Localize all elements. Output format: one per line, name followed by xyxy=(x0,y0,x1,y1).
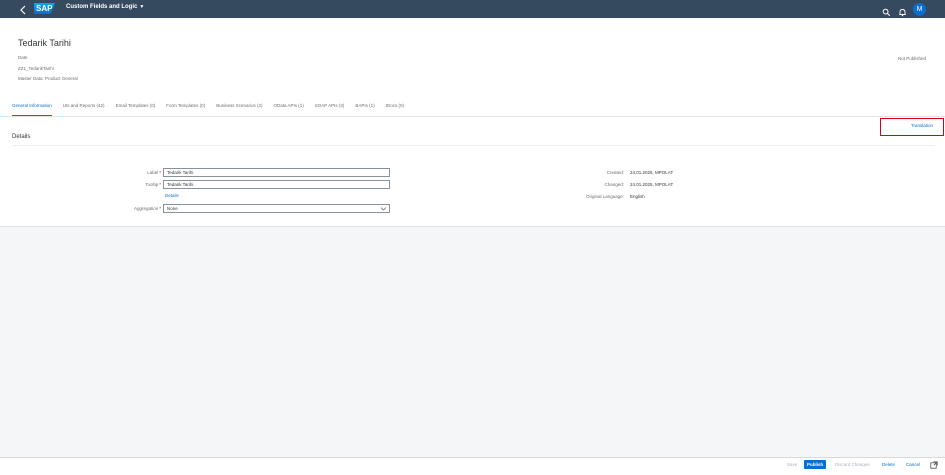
aggregation-value: None xyxy=(167,206,178,211)
field-identifier: ZZ1_TedarikTarihi xyxy=(18,66,54,71)
tooltip-input[interactable]: Tedarik Tarihi xyxy=(163,180,390,189)
delete-button[interactable]: Delete xyxy=(882,462,895,467)
tab-email-templates[interactable]: Email Templates (0) xyxy=(116,103,156,115)
original-language-value: English xyxy=(630,194,645,199)
back-icon[interactable] xyxy=(19,3,29,15)
details-link[interactable]: Details xyxy=(165,193,179,198)
footer-toolbar: Save Publish Discard Changes Delete Canc… xyxy=(0,457,945,475)
original-language-label: Original Language: xyxy=(585,194,624,199)
aggregation-select[interactable]: None xyxy=(163,204,390,213)
tab-soap-apis[interactable]: SOAP APIs (3) xyxy=(315,103,345,115)
label-field-label: Label* xyxy=(100,170,161,175)
translation-link[interactable]: Translation xyxy=(880,118,944,136)
tab-idocs[interactable]: IDocs (0) xyxy=(386,103,404,115)
label-input[interactable]: Tedarik Tarihi xyxy=(163,168,390,177)
aggregation-field-label-text: Aggregation xyxy=(133,206,159,211)
label-field-label-text: Label xyxy=(147,170,159,175)
tooltip-field-label: Tooltip* xyxy=(100,182,161,187)
changed-value: 24.01.2025, MPOLAT xyxy=(630,182,674,187)
object-header: Tedarik Tarihi Date ZZ1_TedarikTarihi Ma… xyxy=(0,18,945,117)
created-label: Created: xyxy=(606,170,624,175)
app-title: Custom Fields and Logic xyxy=(66,4,138,10)
discard-changes-button[interactable]: Discard Changes xyxy=(835,462,870,467)
tab-general-information[interactable]: General Information xyxy=(12,103,52,116)
tab-odata-apis[interactable]: OData APIs (1) xyxy=(273,103,303,115)
tab-business-scenarios[interactable]: Business Scenarios (2) xyxy=(216,103,262,115)
divider xyxy=(12,145,935,146)
bell-icon[interactable] xyxy=(898,4,908,17)
business-context: Master Data: Product General xyxy=(18,76,78,81)
status-text: Not Published xyxy=(897,56,926,61)
page-title: Tedarik Tarihi xyxy=(18,38,71,48)
required-marker: * xyxy=(159,182,161,187)
aggregation-field-label: Aggregation* xyxy=(100,206,161,211)
publish-button[interactable]: Publish xyxy=(804,460,827,469)
shell-bar: SAP Custom Fields and Logic ▼ M xyxy=(0,0,945,18)
tab-uis-and-reports[interactable]: UIs and Reports (42) xyxy=(63,103,105,115)
tab-form-templates[interactable]: Form Templates (0) xyxy=(166,103,205,115)
avatar[interactable]: M xyxy=(913,3,926,16)
open-in-new-window-icon[interactable] xyxy=(930,461,938,470)
caret-down-icon: ▼ xyxy=(139,4,145,10)
cancel-button[interactable]: Cancel xyxy=(906,462,920,467)
search-icon[interactable] xyxy=(882,4,892,17)
chevron-down-icon xyxy=(380,206,387,212)
tooltip-field-label-text: Tooltip xyxy=(145,182,159,187)
changed-label: Changed: xyxy=(604,182,624,187)
tab-bar: General Information UIs and Reports (42)… xyxy=(12,103,415,116)
sap-logo[interactable]: SAP xyxy=(34,3,55,14)
required-marker: * xyxy=(159,170,161,175)
section-title: Details xyxy=(12,134,31,140)
save-button[interactable]: Save xyxy=(787,462,797,467)
created-value: 24.01.2025, MPOLAT xyxy=(630,170,674,175)
app-title-menu[interactable]: Custom Fields and Logic ▼ xyxy=(66,4,144,10)
field-type: Date xyxy=(18,55,28,60)
required-marker: * xyxy=(159,206,161,211)
tab-bapis[interactable]: BAPIs (1) xyxy=(355,103,374,115)
